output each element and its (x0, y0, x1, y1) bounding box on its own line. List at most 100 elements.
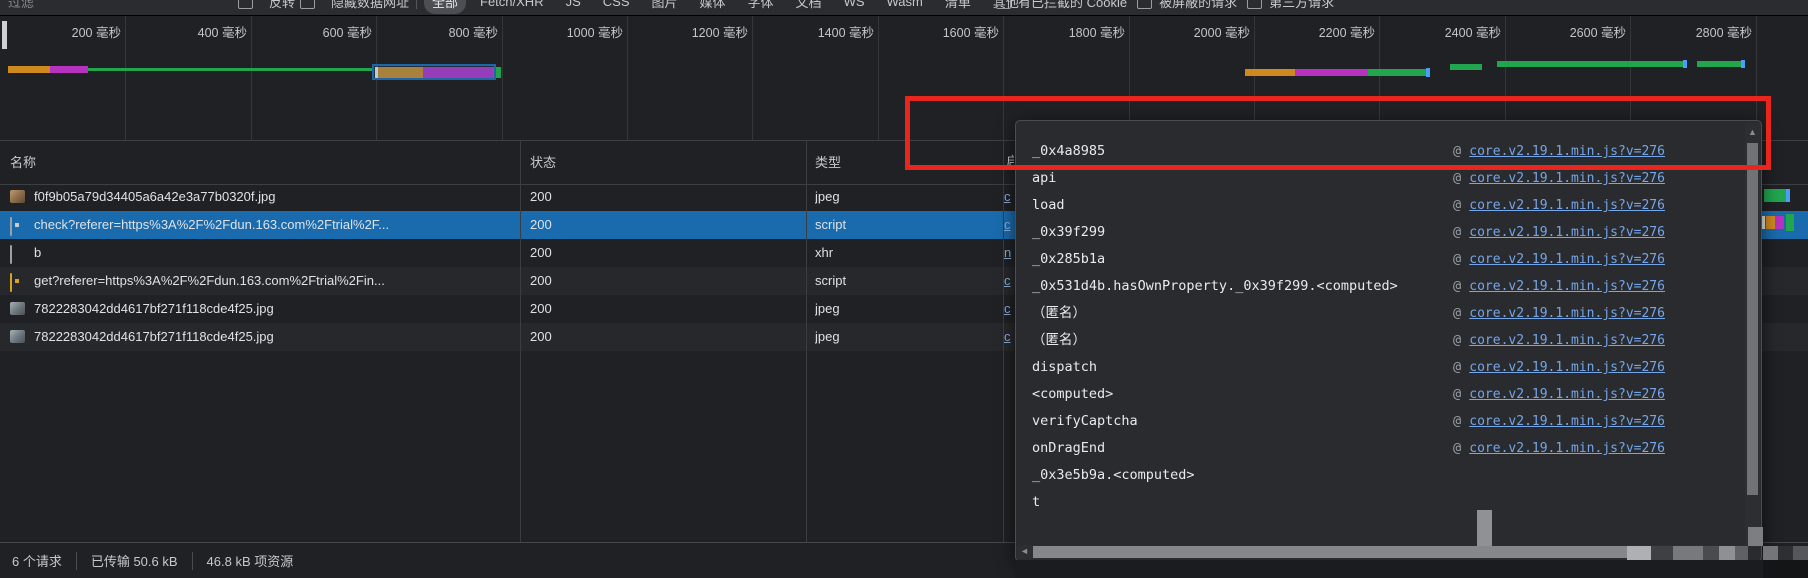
at-symbol: @ (1453, 224, 1461, 240)
source-file-link[interactable]: core.v2.19.1.min.js?v=276 (1469, 333, 1665, 348)
initiator-call-stack-popup: _0x4a8985@ core.v2.19.1.min.js?v=276api@… (1015, 120, 1762, 562)
overview-bar (1295, 69, 1368, 76)
filter-pill-0[interactable]: 全部 (424, 0, 466, 14)
request-type: script (815, 267, 995, 295)
source-file-link[interactable]: core.v2.19.1.min.js?v=276 (1469, 360, 1665, 375)
hide-data-urls-checkbox[interactable] (300, 0, 315, 9)
column-divider[interactable] (1003, 140, 1004, 542)
initiator-link[interactable]: c (1004, 211, 1015, 239)
waterfall-bar (1775, 216, 1784, 229)
initiator-link[interactable]: c (1004, 267, 1015, 295)
toolbar-checkbox[interactable] (1137, 0, 1152, 9)
filter-pill-1[interactable]: Fetch/XHR (472, 0, 552, 12)
request-type: jpeg (815, 323, 995, 351)
source-file-link[interactable]: core.v2.19.1.min.js?v=276 (1469, 198, 1665, 213)
column-header-type[interactable]: 类型 (815, 141, 841, 184)
call-stack-frame[interactable]: （匿名） @ core.v2.19.1.min.js?v=276 (1016, 300, 1761, 327)
at-symbol: @ (1453, 332, 1461, 348)
filter-pill-6[interactable]: 字体 (740, 0, 782, 14)
filter-pill-10[interactable]: 清单 (937, 0, 979, 14)
frame-function-name: t (1032, 489, 1040, 516)
status-code: 200 (530, 295, 790, 323)
source-file-link[interactable]: core.v2.19.1.min.js?v=276 (1469, 279, 1665, 294)
waterfall-bar (1786, 214, 1794, 231)
initiator-link[interactable]: c (1004, 295, 1015, 323)
waterfall-bar (1762, 216, 1765, 229)
call-stack-frame[interactable]: onDragEnd@ core.v2.19.1.min.js?v=276 (1016, 435, 1761, 462)
filter-pill-2[interactable]: JS (558, 0, 589, 12)
ruler-tick-label: 2000 毫秒 (1130, 22, 1250, 38)
frame-source: @ core.v2.19.1.min.js?v=276 (1453, 300, 1747, 327)
toolbar-checkbox[interactable] (1247, 0, 1262, 9)
initiator-link[interactable]: n (1004, 239, 1015, 267)
toolbar-checkbox[interactable] (996, 0, 1011, 9)
at-symbol: @ (1453, 440, 1461, 456)
horizontal-scroll-thumb[interactable] (1033, 546, 1629, 558)
call-stack-frame[interactable]: verifyCaptcha@ core.v2.19.1.min.js?v=276 (1016, 408, 1761, 435)
toolbar-inner: 过滤 反转 隐藏数据网址 全部Fetch/XHRJSCSS图片媒体字体文档WSW… (0, 0, 1808, 14)
source-file-link[interactable]: core.v2.19.1.min.js?v=276 (1469, 414, 1665, 429)
call-stack-frame[interactable]: _0x531d4b.hasOwnProperty._0x39f299.<comp… (1016, 273, 1761, 300)
call-stack-frame[interactable]: _0x3e5b9a.<computed> (1016, 462, 1761, 489)
filter-pill-9[interactable]: Wasm (879, 0, 931, 12)
filter-input[interactable]: 过滤 (8, 0, 34, 14)
column-divider[interactable] (806, 140, 807, 542)
popup-vertical-scrollbar[interactable]: ▲ (1745, 123, 1760, 547)
scroll-left-icon[interactable]: ◄ (1020, 546, 1029, 556)
toolbar-separator (416, 0, 417, 9)
file-thumbnail-icon (10, 190, 25, 203)
ruler-gridline (752, 15, 753, 140)
ruler-tick-label: 1200 毫秒 (628, 22, 748, 38)
invert-label: 反转 (269, 0, 295, 11)
status-code: 200 (530, 239, 790, 267)
frame-function-name: _0x531d4b.hasOwnProperty._0x39f299.<comp… (1032, 273, 1398, 300)
source-file-link[interactable]: core.v2.19.1.min.js?v=276 (1469, 387, 1665, 402)
initiator-link[interactable]: c (1004, 183, 1015, 211)
filter-pill-5[interactable]: 媒体 (692, 0, 734, 14)
call-stack-frame[interactable]: t (1016, 489, 1761, 516)
call-stack-frame[interactable]: <computed>@ core.v2.19.1.min.js?v=276 (1016, 381, 1761, 408)
filter-pill-7[interactable]: 文档 (788, 0, 830, 14)
column-divider[interactable] (520, 140, 521, 542)
ruler-tick-label: 1600 毫秒 (879, 22, 999, 38)
xhr-file-icon (10, 245, 12, 264)
call-stack-frame[interactable]: _0x285b1a@ core.v2.19.1.min.js?v=276 (1016, 246, 1761, 273)
source-file-link[interactable]: core.v2.19.1.min.js?v=276 (1469, 306, 1665, 321)
call-stack-frame[interactable]: dispatch@ core.v2.19.1.min.js?v=276 (1016, 354, 1761, 381)
ruler-tick-label: 800 毫秒 (378, 22, 498, 38)
invert-checkbox[interactable] (238, 0, 253, 9)
ruler-gridline (125, 15, 126, 140)
call-stack-frame[interactable]: （匿名）@ core.v2.19.1.min.js?v=276 (1016, 327, 1761, 354)
at-symbol: @ (1453, 413, 1461, 429)
overview-bar (1450, 64, 1482, 70)
initiator-link[interactable]: c (1004, 323, 1015, 351)
overview-selection-window[interactable] (372, 64, 496, 80)
frame-source: @ core.v2.19.1.min.js?v=276 (1453, 327, 1747, 354)
overview-bar (1697, 61, 1741, 67)
summary-separator (192, 552, 193, 570)
filter-pill-3[interactable]: CSS (595, 0, 638, 12)
source-file-link[interactable]: core.v2.19.1.min.js?v=276 (1469, 171, 1665, 186)
request-name: check?referer=https%3A%2F%2Fdun.163.com%… (34, 211, 512, 239)
status-code: 200 (530, 267, 790, 295)
filter-pill-4[interactable]: 图片 (644, 0, 686, 14)
source-file-link[interactable]: core.v2.19.1.min.js?v=276 (1469, 225, 1665, 240)
overview-bar (1426, 68, 1430, 77)
toolbar-right-checkboxes: 有已拦截的 Cookie被屏蔽的请求第三方请求 (996, 0, 1334, 14)
column-header-status[interactable]: 状态 (530, 141, 556, 184)
frame-source: @ core.v2.19.1.min.js?v=276 (1453, 192, 1747, 219)
column-header-name[interactable]: 名称 (10, 141, 36, 184)
call-stack-frame[interactable]: load@ core.v2.19.1.min.js?v=276 (1016, 192, 1761, 219)
request-name: b (34, 239, 512, 267)
overview-bar (8, 66, 50, 73)
call-stack-frame[interactable]: _0x39f299@ core.v2.19.1.min.js?v=276 (1016, 219, 1761, 246)
ruler-tick-label: 600 毫秒 (252, 22, 372, 38)
toolbar-checkbox-label: 有已拦截的 Cookie (1018, 0, 1127, 11)
filter-pill-8[interactable]: WS (836, 0, 873, 12)
source-file-link[interactable]: core.v2.19.1.min.js?v=276 (1469, 441, 1665, 456)
overview-left-handle[interactable] (2, 21, 7, 49)
vertical-scroll-thumb[interactable] (1747, 143, 1758, 495)
frame-function-name: （匿名） (1032, 300, 1086, 327)
source-file-link[interactable]: core.v2.19.1.min.js?v=276 (1469, 252, 1665, 267)
resource-size: 46.8 kB 项资源 (207, 551, 294, 570)
